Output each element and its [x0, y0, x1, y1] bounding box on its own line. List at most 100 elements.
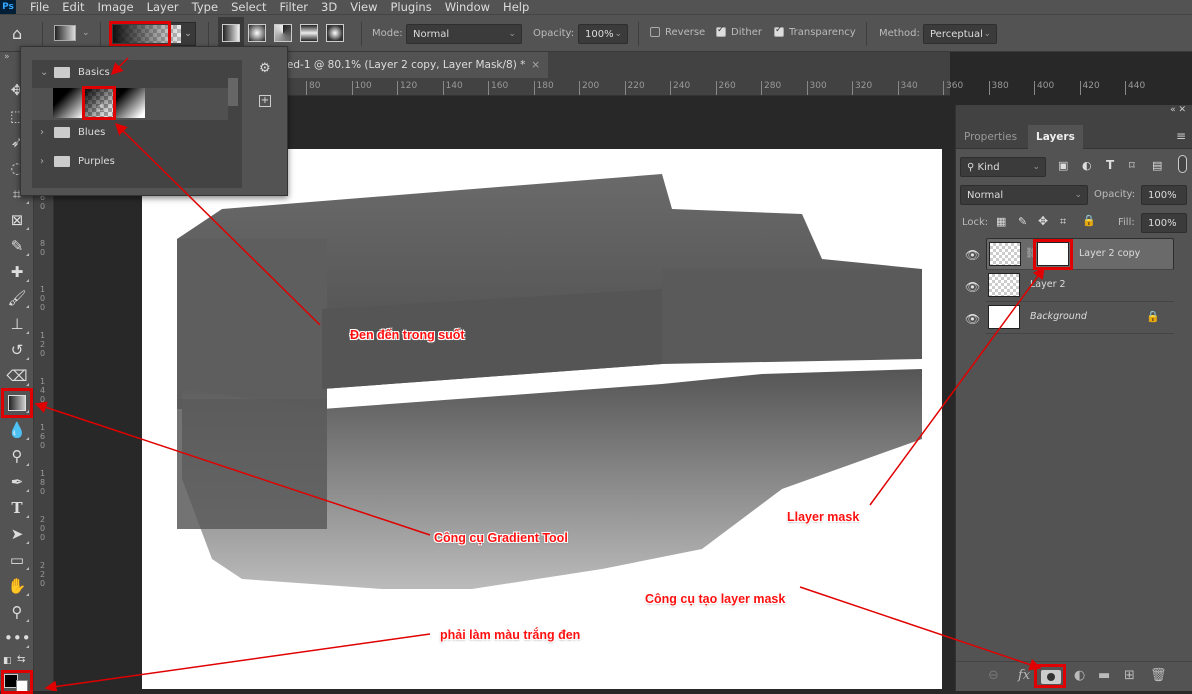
ruler-tick: 380: [988, 81, 1009, 95]
type-layer-filter-icon[interactable]: T: [1106, 158, 1114, 172]
menu-select[interactable]: Select: [231, 0, 266, 14]
ruler-tick: 100: [351, 81, 372, 95]
method-select[interactable]: Perceptual ⌄: [923, 24, 997, 44]
layer-opacity-input[interactable]: 100%: [1141, 185, 1187, 205]
checkbox-checked-icon[interactable]: [716, 25, 726, 37]
gradient-picker[interactable]: ⌄: [109, 21, 196, 47]
tab-layers[interactable]: Layers: [1028, 125, 1083, 149]
lock-position-icon[interactable]: ✥: [1038, 214, 1048, 228]
lock-artboard-icon[interactable]: ⌗: [1060, 215, 1066, 229]
filter-toggle[interactable]: [1178, 155, 1187, 173]
layer-row[interactable]: Layer 2: [986, 270, 1174, 302]
scrollbar[interactable]: [228, 62, 238, 186]
document-canvas[interactable]: [142, 149, 942, 689]
home-icon[interactable]: ⌂: [12, 26, 32, 42]
adjustment-layer-filter-icon[interactable]: ◐: [1082, 159, 1092, 172]
dither-checkbox[interactable]: Dither: [716, 25, 762, 38]
panel-collapse-icon[interactable]: « ✕: [956, 105, 1192, 119]
dodge-tool-icon[interactable]: ⚲: [4, 444, 30, 468]
gradient-foreground-to-background[interactable]: [53, 88, 83, 118]
radial-gradient-icon[interactable]: [248, 24, 266, 42]
opacity-input[interactable]: 100% ⌄: [578, 24, 628, 44]
menu-plugins[interactable]: Plugins: [391, 0, 432, 14]
swap-colors-icon[interactable]: ⇆: [17, 654, 25, 665]
healing-brush-tool-icon[interactable]: ✚: [4, 260, 30, 284]
linear-gradient-icon[interactable]: [222, 24, 240, 42]
hand-tool-icon[interactable]: ✋: [4, 574, 30, 598]
blend-mode-select[interactable]: Normal ⌄: [960, 185, 1088, 205]
menu-type[interactable]: Type: [192, 0, 218, 14]
folder-basics[interactable]: ⌄ Basics: [32, 60, 228, 86]
chevron-right-icon[interactable]: ›: [40, 120, 54, 146]
close-icon[interactable]: ×: [531, 52, 540, 78]
gear-icon[interactable]: ⚙: [259, 61, 271, 76]
layer-row[interactable]: ⛓ Layer 2 copy: [986, 238, 1174, 270]
fill-input[interactable]: 100%: [1141, 213, 1187, 233]
menu-image[interactable]: Image: [98, 0, 134, 14]
gradient-presets-panel: ⌄ Basics ☝ › Blues › Purples ⚙ +: [20, 46, 288, 196]
visibility-eye-icon[interactable]: 👁: [965, 312, 980, 326]
smart-object-filter-icon[interactable]: ▤: [1152, 159, 1162, 172]
folder-blues[interactable]: › Blues: [32, 120, 228, 146]
menu-3d[interactable]: 3D: [321, 0, 337, 14]
trash-icon[interactable]: 🗑: [1150, 668, 1167, 683]
scrollbar-thumb[interactable]: [228, 78, 238, 106]
chevron-down-icon[interactable]: ⌄: [40, 60, 54, 86]
tool-preset-picker[interactable]: [54, 25, 76, 41]
fx-icon[interactable]: fx: [1018, 668, 1030, 683]
checkbox-icon[interactable]: [650, 27, 660, 37]
lock-transparent-pixels-icon[interactable]: ▦: [996, 215, 1006, 228]
default-colors-icon[interactable]: ◧: [3, 656, 12, 666]
new-group-icon[interactable]: ▬: [1098, 668, 1110, 683]
clone-stamp-tool-icon[interactable]: ⊥: [4, 312, 30, 336]
menu-view[interactable]: View: [350, 0, 377, 14]
ruler-tick: 220: [40, 561, 46, 588]
gradient-black-to-white[interactable]: [115, 88, 145, 118]
panel-menu-icon[interactable]: ≡: [1176, 129, 1186, 143]
adjustment-layer-icon[interactable]: ◐: [1074, 668, 1085, 683]
menu-edit[interactable]: Edit: [62, 0, 84, 14]
filter-kind-select[interactable]: ⚲ Kind ⌄: [960, 157, 1046, 177]
chevron-right-icon[interactable]: ›: [40, 149, 54, 175]
menu-help[interactable]: Help: [503, 0, 529, 14]
layer-row[interactable]: Background 🔒: [986, 302, 1174, 334]
lock-all-icon[interactable]: 🔒: [1082, 214, 1096, 227]
menu-layer[interactable]: Layer: [147, 0, 179, 14]
rectangle-tool-icon[interactable]: ▭: [4, 548, 30, 572]
pixel-layer-filter-icon[interactable]: ▣: [1058, 159, 1068, 172]
visibility-eye-icon[interactable]: 👁: [965, 280, 980, 294]
transparency-checkbox[interactable]: Transparency: [774, 25, 856, 38]
eraser-tool-icon[interactable]: ⌫: [4, 364, 30, 388]
link-layers-icon[interactable]: ⊖: [988, 668, 999, 683]
menu-window[interactable]: Window: [445, 0, 490, 14]
checkbox-checked-icon[interactable]: [774, 25, 784, 37]
menu-file[interactable]: File: [30, 0, 49, 14]
new-layer-icon[interactable]: ⊞: [1124, 668, 1135, 683]
eyedropper-tool-icon[interactable]: ✎: [4, 234, 30, 258]
folder-purples[interactable]: › Purples: [32, 149, 228, 175]
document-tab[interactable]: led-1 @ 80.1% (Layer 2 copy, Layer Mask/…: [280, 52, 548, 78]
angle-gradient-icon[interactable]: [274, 24, 292, 42]
diamond-gradient-icon[interactable]: [326, 24, 344, 42]
zoom-tool-icon[interactable]: ⚲: [4, 600, 30, 624]
layer-thumbnail: [988, 273, 1020, 297]
blur-tool-icon[interactable]: 💧: [4, 418, 30, 442]
lock-image-pixels-icon[interactable]: ✎: [1018, 215, 1027, 228]
pen-tool-icon[interactable]: ✒: [4, 470, 30, 494]
brush-tool-icon[interactable]: 🖌: [4, 286, 30, 310]
mode-select[interactable]: Normal ⌄: [406, 24, 522, 44]
chevron-down-icon[interactable]: ⌄: [82, 28, 90, 38]
shape-layer-filter-icon[interactable]: ⌑: [1129, 159, 1135, 172]
type-tool-icon[interactable]: T: [4, 496, 30, 520]
frame-tool-icon[interactable]: ⊠: [4, 208, 30, 232]
more-tools-icon[interactable]: •••: [4, 626, 31, 650]
reflected-gradient-icon[interactable]: [300, 24, 318, 42]
new-gradient-icon[interactable]: +: [259, 95, 271, 107]
reverse-checkbox[interactable]: Reverse: [650, 27, 705, 38]
tab-properties[interactable]: Properties: [956, 125, 1025, 149]
visibility-eye-icon[interactable]: 👁: [965, 248, 980, 262]
history-brush-tool-icon[interactable]: ↺: [4, 338, 30, 362]
chevron-down-icon[interactable]: ⌄: [181, 23, 195, 45]
menu-filter[interactable]: Filter: [280, 0, 308, 14]
path-selection-tool-icon[interactable]: ➤: [4, 522, 30, 546]
